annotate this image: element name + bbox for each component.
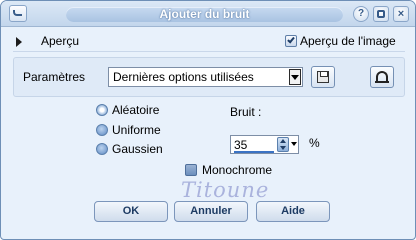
spin-arrows-icon[interactable]	[277, 137, 289, 152]
monochrome-label[interactable]: Monochrome	[202, 163, 272, 177]
save-preset-icon	[317, 71, 329, 83]
image-preview-checkbox[interactable]	[285, 35, 297, 47]
preset-select[interactable]: Dernières options utilisées	[108, 67, 303, 87]
reset-icon	[376, 71, 388, 81]
noise-label: Bruit :	[230, 105, 262, 119]
radio-gaussien-label[interactable]: Gaussien	[112, 142, 163, 156]
help-icon[interactable]: ?	[353, 6, 369, 22]
help-button[interactable]: Aide	[256, 201, 330, 222]
reset-button[interactable]	[370, 66, 394, 88]
noise-amount-spinner[interactable]: 35	[230, 135, 299, 154]
add-noise-dialog: Ajouter du bruit ? × Aperçu Aperçu de l'…	[0, 0, 416, 240]
radio-uniforme-label[interactable]: Uniforme	[112, 123, 161, 137]
radio-aleatoire[interactable]	[96, 104, 108, 116]
dropdown-arrow-icon[interactable]	[289, 69, 301, 85]
save-preset-button[interactable]	[311, 66, 335, 88]
cancel-button[interactable]: Annuler	[174, 201, 248, 222]
noise-amount-value[interactable]: 35	[234, 138, 247, 152]
spinner-dropdown-icon[interactable]	[291, 142, 297, 146]
restore-icon[interactable]	[373, 6, 389, 22]
expand-arrow-icon[interactable]	[16, 37, 22, 47]
window-title: Ajouter du bruit	[66, 7, 343, 22]
radio-aleatoire-label[interactable]: Aléatoire	[112, 103, 159, 117]
parameters-label: Paramètres	[23, 70, 86, 84]
radio-gaussien[interactable]	[96, 143, 108, 155]
image-preview-label[interactable]: Aperçu de l'image	[300, 34, 396, 48]
ok-button[interactable]: OK	[94, 201, 168, 222]
watermark: Titoune	[181, 178, 270, 202]
percent-unit: %	[309, 136, 320, 150]
close-icon[interactable]: ×	[393, 6, 409, 22]
radio-uniforme[interactable]	[96, 124, 108, 136]
system-menu-icon[interactable]	[9, 5, 27, 22]
preview-toggle[interactable]: Aperçu	[41, 34, 79, 48]
title-bar: Ajouter du bruit ? ×	[1, 1, 415, 27]
monochrome-checkbox[interactable]	[185, 164, 197, 176]
preset-select-value: Dernières options utilisées	[113, 70, 254, 84]
